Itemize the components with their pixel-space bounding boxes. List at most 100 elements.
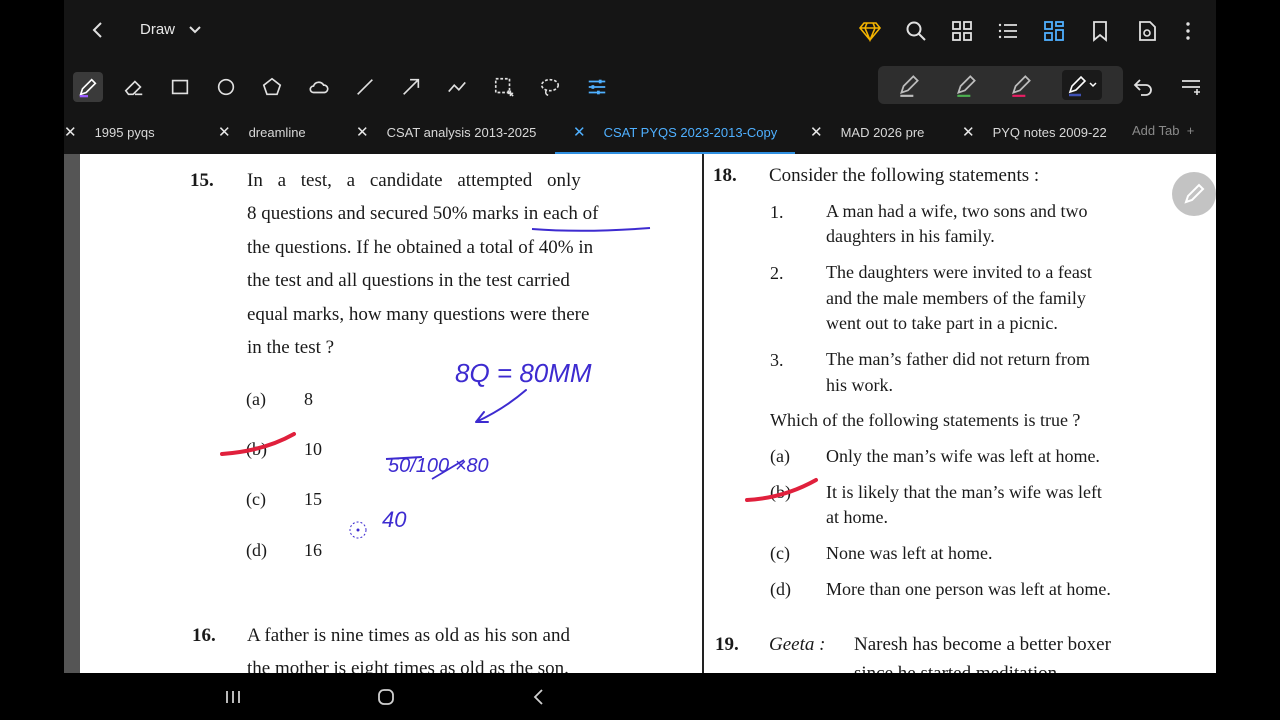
- option-key: (b): [246, 439, 267, 459]
- option-text: It is likely that the man’s wife was lef…: [826, 482, 1102, 502]
- bookmark-icon[interactable]: [1088, 19, 1112, 43]
- option-text: More than one person was left at home.: [826, 579, 1111, 599]
- pencil-icon: [1184, 183, 1205, 204]
- option-key: (d): [770, 579, 791, 599]
- close-icon[interactable]: ✕: [962, 123, 975, 141]
- statement-number: 3.: [770, 350, 784, 370]
- question-text-line: in the test ?: [247, 337, 335, 358]
- lasso-select-icon[interactable]: [489, 72, 519, 102]
- statement-line: A man had a wife, two sons and two: [826, 201, 1088, 221]
- premium-diamond-icon[interactable]: [858, 19, 882, 43]
- handwritten-result: 40: [382, 507, 407, 532]
- speaker-label: Geeta :: [769, 634, 826, 655]
- option-key: (a): [246, 389, 266, 409]
- back-arrow-icon[interactable]: [86, 18, 110, 42]
- list-icon[interactable]: [996, 19, 1020, 43]
- more-tools-icon[interactable]: [1179, 75, 1203, 99]
- question-text-line: A father is nine times as old as his son…: [247, 625, 570, 646]
- question-text-line: the questions. If he obtained a total of…: [247, 237, 594, 258]
- option-value: 16: [304, 540, 322, 560]
- pen-preset-green-icon[interactable]: [953, 72, 979, 98]
- question-text-line: In a test, a candidate attempted only: [247, 170, 581, 191]
- grid-view-icon[interactable]: [950, 19, 974, 43]
- handwritten-equation: 8Q = 80MM: [455, 358, 592, 388]
- option-text: at home.: [826, 507, 888, 527]
- tab-csat-pyqs-copy[interactable]: ✕ CSAT PYQS 2023-2013-Copy: [554, 112, 796, 154]
- drawing-toolbar: [64, 62, 1216, 112]
- column-divider: [702, 154, 704, 673]
- undo-icon[interactable]: [1131, 75, 1155, 99]
- statement-line: The daughters were invited to a feast: [826, 262, 1092, 282]
- tab-mad-2026-pre[interactable]: ✕ MAD 2026 pre: [810, 112, 924, 152]
- option-value: 10: [304, 439, 322, 459]
- option-key: (c): [246, 489, 266, 509]
- pentagon-icon[interactable]: [257, 72, 287, 102]
- close-icon[interactable]: ✕: [356, 123, 369, 141]
- pen-preset-pink-icon[interactable]: [1008, 72, 1034, 98]
- edit-fab[interactable]: [1172, 172, 1216, 216]
- notebook-title[interactable]: Draw: [140, 21, 175, 38]
- statement-number: 2.: [770, 263, 784, 283]
- tab-1995-pyqs[interactable]: ✕ 1995 pyqs: [64, 112, 155, 152]
- handwritten-calculation: 50/100 ×80: [388, 455, 489, 477]
- question-text-line: Naresh has become a better boxer: [854, 634, 1111, 655]
- statement-line: went out to take part in a picnic.: [826, 313, 1058, 333]
- back-icon[interactable]: [527, 685, 551, 709]
- tab-pyq-notes[interactable]: ✕ PYQ notes 2009-22: [962, 112, 1107, 152]
- circle-icon[interactable]: [211, 72, 241, 102]
- pen-tool-icon[interactable]: [73, 72, 103, 102]
- option-key: (a): [770, 446, 790, 466]
- pen-preset-gray-icon[interactable]: [896, 72, 922, 98]
- home-icon[interactable]: [374, 685, 398, 709]
- question-text-line: equal marks, how many questions were the…: [247, 304, 590, 325]
- tab-dreamline[interactable]: ✕ dreamline: [218, 112, 306, 152]
- question-text-line: 8 questions and secured 50% marks in eac…: [247, 203, 599, 224]
- search-icon[interactable]: [904, 19, 928, 43]
- tab-csat-analysis[interactable]: ✕ CSAT analysis 2013-2025: [356, 112, 536, 152]
- question-text-line: since he started meditation.: [854, 663, 1062, 673]
- option-key: (c): [770, 543, 790, 563]
- statement-line: daughters in his family.: [826, 226, 995, 246]
- option-text: Only the man’s wife was left at home.: [826, 446, 1100, 466]
- add-tab-button[interactable]: Add Tab +: [1132, 123, 1194, 138]
- close-icon[interactable]: ✕: [810, 123, 823, 141]
- close-icon[interactable]: ✕: [218, 123, 231, 141]
- question-intro: Consider the following statements :: [769, 165, 1040, 186]
- close-icon[interactable]: ✕: [64, 123, 77, 141]
- system-nav-bar: [0, 673, 1280, 720]
- lasso-free-icon[interactable]: [535, 72, 565, 102]
- option-value: 15: [304, 489, 322, 509]
- top-bar: Draw: [64, 0, 1216, 62]
- question-text-line: the mother is eight times as old as the …: [247, 658, 569, 673]
- app-window: Draw ✕ 1995 pyqs ✕ dreamline ✕ CSAT anal…: [64, 0, 1216, 673]
- arrow-icon[interactable]: [396, 72, 426, 102]
- page-gutter: [64, 154, 80, 673]
- document-page[interactable]: 15. In a test, a candidate attempted onl…: [64, 154, 1216, 673]
- statement-line: his work.: [826, 375, 893, 395]
- option-key: (d): [246, 540, 267, 560]
- question-text-line: the test and all questions in the test c…: [247, 270, 570, 291]
- pen-preset-blue-selected[interactable]: [1062, 70, 1102, 100]
- close-icon[interactable]: ✕: [573, 123, 586, 141]
- settings-sliders-icon[interactable]: [582, 72, 612, 102]
- pen-presets: [878, 66, 1123, 104]
- cloud-icon[interactable]: [304, 72, 334, 102]
- option-value: 8: [304, 389, 313, 409]
- question-number: 16.: [192, 625, 216, 646]
- question-number: 18.: [713, 165, 737, 186]
- recents-icon[interactable]: [221, 685, 245, 709]
- rectangle-icon[interactable]: [165, 72, 195, 102]
- line-icon[interactable]: [350, 72, 380, 102]
- layout-icon[interactable]: [1042, 19, 1066, 43]
- statement-line: The man’s father did not return from: [826, 349, 1090, 369]
- question-prompt: Which of the following statements is tru…: [770, 410, 1081, 430]
- tab-bar: ✕ 1995 pyqs ✕ dreamline ✕ CSAT analysis 201…: [64, 112, 1216, 154]
- document-settings-icon[interactable]: [1135, 19, 1159, 43]
- eraser-icon[interactable]: [119, 72, 149, 102]
- option-key: (b): [770, 482, 791, 502]
- question-number: 15.: [190, 170, 214, 191]
- chevron-down-icon[interactable]: [188, 23, 202, 37]
- statement-number: 1.: [770, 202, 784, 222]
- more-vert-icon[interactable]: [1176, 19, 1200, 43]
- curve-icon[interactable]: [442, 72, 472, 102]
